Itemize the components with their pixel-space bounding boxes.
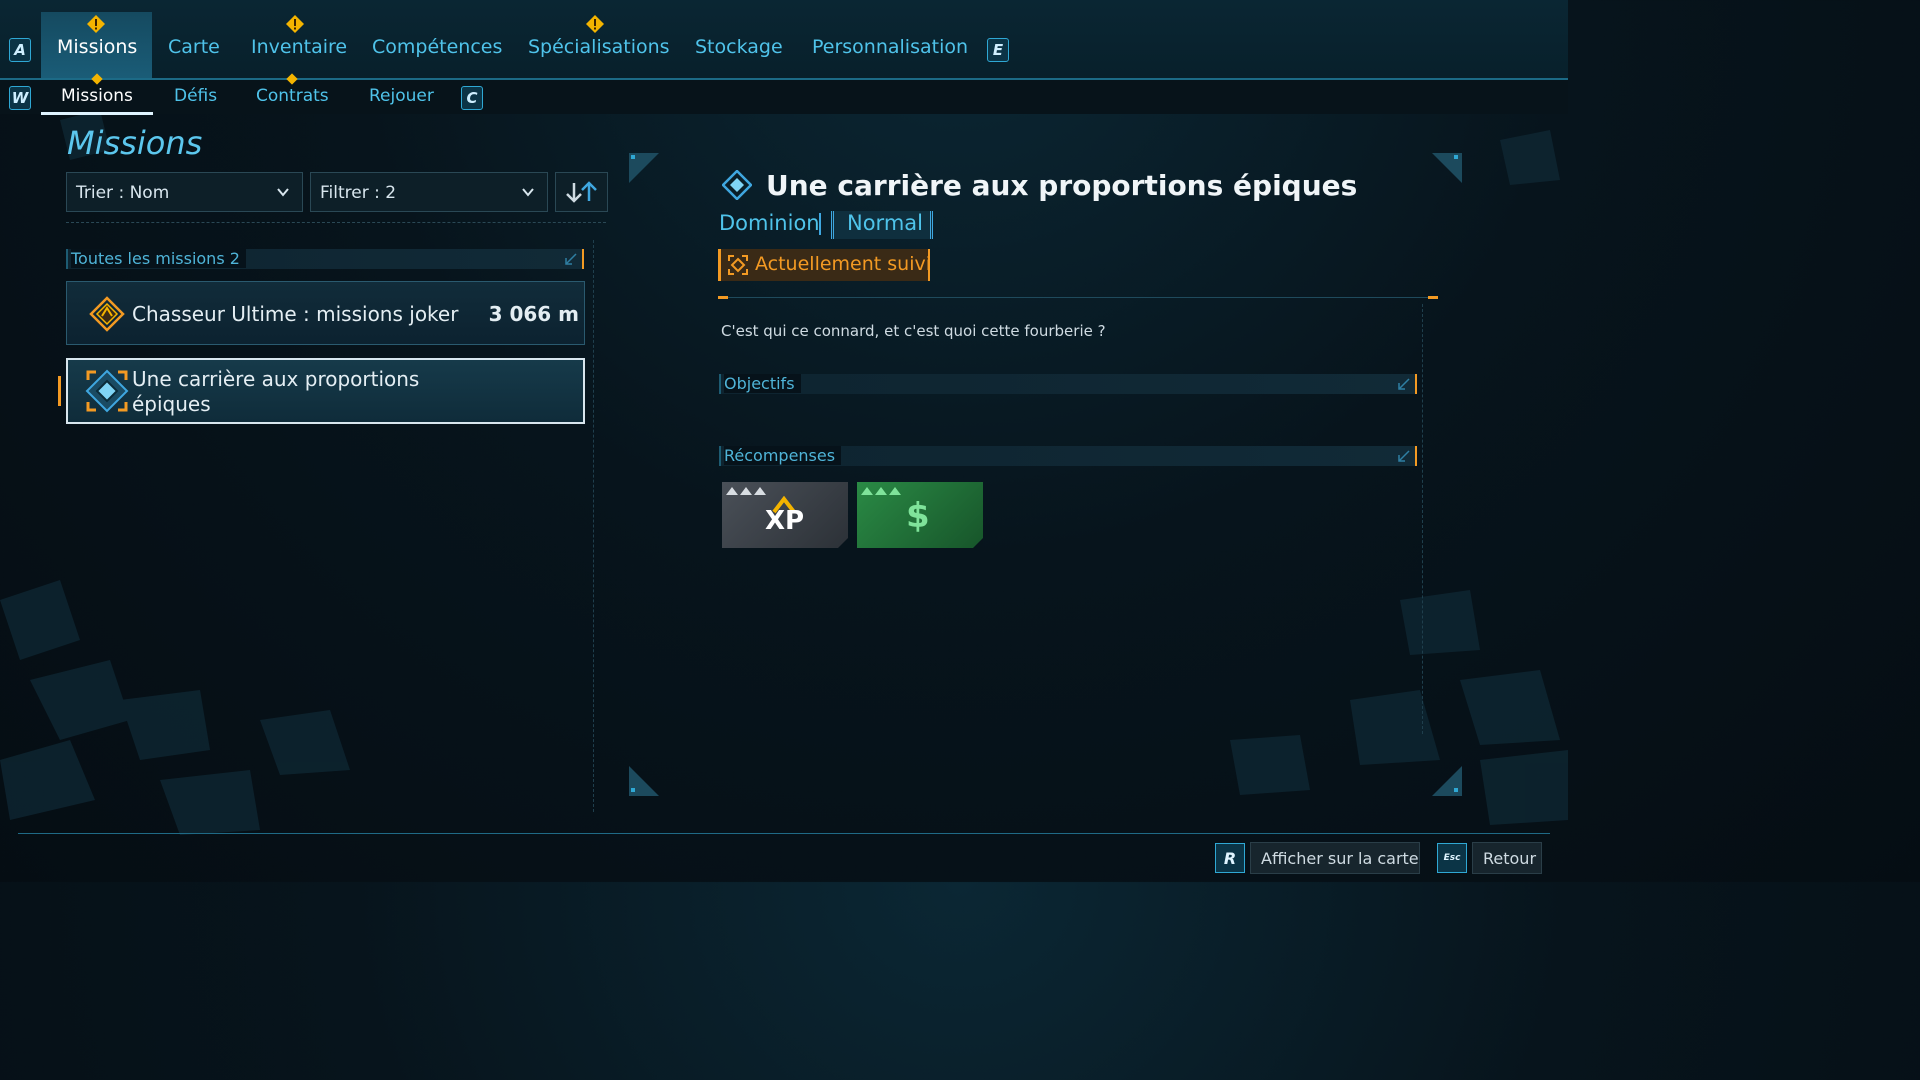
back-button[interactable]: Retour (1472, 842, 1542, 874)
frame-corner (1432, 153, 1462, 183)
subtab-rejouer[interactable]: Rejouer (369, 86, 434, 106)
rewards-label: Récompenses (724, 446, 842, 465)
mission-detail-title: Une carrière aux proportions épiques (766, 169, 1358, 202)
mission-tracked-icon (85, 369, 129, 413)
reward-xp-label: XP (765, 506, 805, 536)
tab-carte[interactable]: Carte (168, 36, 220, 62)
page-title: Missions (67, 124, 203, 162)
frame-corner (629, 766, 659, 796)
reward-xp[interactable]: XP (722, 482, 848, 548)
background-shards (0, 110, 1568, 835)
mission-list-item[interactable]: Chasseur Ultime : missions joker 3 066 m (66, 281, 585, 345)
filter-dropdown[interactable]: Filtrer : 2 (310, 172, 548, 212)
nav-next-key[interactable]: E (987, 38, 1009, 62)
footer-divider (18, 833, 1550, 834)
alert-icon (286, 15, 304, 33)
panel-divider (593, 240, 595, 812)
collapse-icon[interactable] (564, 252, 578, 266)
frame-corner (629, 153, 659, 183)
escape-key-icon: Esc (1437, 843, 1467, 873)
filter-label: Filtrer : 2 (320, 183, 397, 203)
tab-missions[interactable]: Missions (57, 36, 137, 62)
mission-list-item-selected[interactable]: Une carrière aux proportions épiques (66, 358, 585, 424)
subnav-prev-key[interactable]: W (9, 86, 31, 110)
sort-label: Trier : Nom (76, 183, 170, 203)
mission-title: Une carrière aux proportions épiques (132, 367, 420, 416)
divider-accent (1428, 296, 1438, 299)
tracked-badge[interactable]: Actuellement suivi (718, 249, 932, 281)
rewards-header: Récompenses (719, 446, 1417, 466)
tab-personnalisation[interactable]: Personnalisation (812, 36, 968, 62)
rarity-icon (861, 487, 901, 495)
tab-stockage[interactable]: Stockage (695, 36, 783, 62)
detail-divider (718, 297, 1438, 298)
subtab-contrats[interactable]: Contrats (256, 86, 329, 106)
divider-accent (718, 296, 728, 299)
all-missions-label: Toutes les missions 2 (71, 249, 246, 268)
tracked-label: Actuellement suivi (755, 253, 932, 275)
difficulty-label: Normal (847, 211, 923, 235)
collapse-icon[interactable] (1397, 377, 1411, 391)
chevron-down-icon (522, 188, 534, 197)
subnav-next-key[interactable]: C (461, 86, 483, 110)
separator (819, 213, 821, 235)
tab-specialisations[interactable]: Spécialisations (528, 36, 670, 62)
subtab-defis[interactable]: Défis (174, 86, 217, 106)
tile-corner (838, 538, 848, 548)
mission-diamond-icon (722, 170, 752, 200)
selection-marker (58, 376, 61, 406)
faction-label: Dominion (719, 211, 820, 235)
main-nav-bar (0, 0, 1568, 80)
collapse-icon[interactable] (1397, 449, 1411, 463)
mission-description: C'est qui ce connard, et c'est quoi cett… (721, 322, 1106, 340)
frame-corner (1432, 766, 1462, 796)
nav-prev-key[interactable]: A (9, 38, 31, 62)
objectives-label: Objectifs (724, 374, 801, 393)
tab-competences[interactable]: Compétences (372, 36, 502, 62)
show-on-map-button[interactable]: Afficher sur la carte (1250, 842, 1420, 874)
sort-order-icon (566, 181, 597, 203)
active-subtab-underline (41, 112, 153, 115)
scroll-track[interactable] (1422, 304, 1424, 734)
chevron-down-icon (277, 188, 289, 197)
reward-money[interactable]: $ (857, 482, 983, 548)
back-label: Retour (1483, 849, 1537, 868)
all-missions-header: Toutes les missions 2 (66, 249, 584, 269)
rarity-icon (726, 487, 766, 495)
sub-nav-bar (0, 80, 1568, 114)
mission-title: Chasseur Ultime : missions joker (132, 302, 459, 326)
difficulty-badge: Normal (831, 211, 933, 239)
alert-icon (87, 15, 105, 33)
mission-distance: 3 066 m (488, 302, 579, 326)
subtab-missions[interactable]: Missions (61, 86, 133, 106)
tracking-icon (728, 255, 748, 275)
sort-order-button[interactable] (555, 172, 608, 212)
show-on-map-label: Afficher sur la carte (1261, 849, 1419, 868)
sort-dropdown[interactable]: Trier : Nom (66, 172, 303, 212)
money-icon: $ (906, 496, 930, 536)
tile-corner (973, 538, 983, 548)
tab-inventaire[interactable]: Inventaire (251, 36, 347, 62)
divider (66, 222, 606, 224)
objectives-header: Objectifs (719, 374, 1417, 394)
map-key-icon: R (1215, 843, 1245, 873)
mission-hunter-icon (89, 296, 125, 332)
alert-icon (586, 15, 604, 33)
